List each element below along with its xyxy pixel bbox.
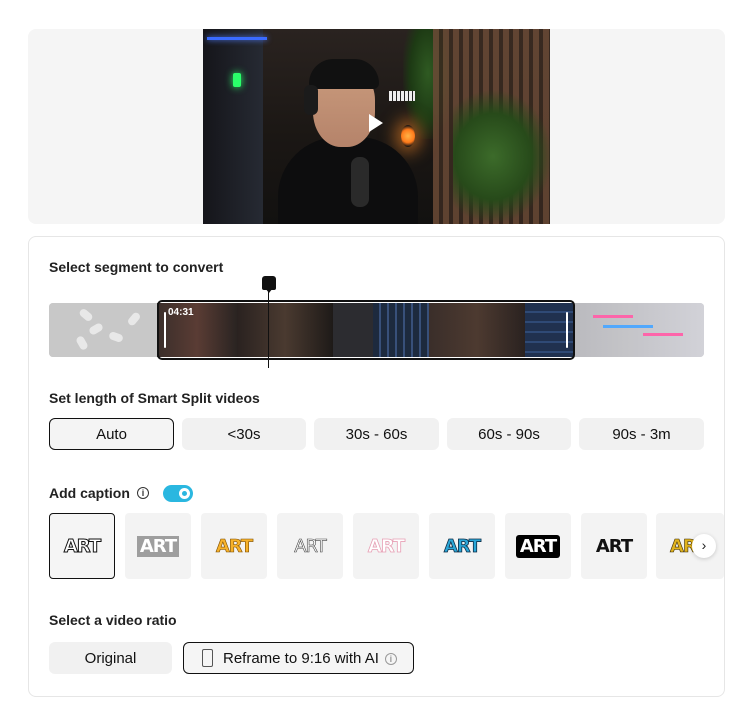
thumbnail-shape: [108, 330, 124, 344]
thumbnail-shape: [87, 322, 105, 336]
caption-style-label: ART: [515, 534, 561, 558]
caption-style-8[interactable]: ART: [581, 513, 647, 579]
headphones: [304, 85, 318, 115]
thumbnail-shape: [643, 333, 683, 336]
caption-title: Add caption: [49, 485, 130, 501]
selection-end-handle[interactable]: [566, 312, 568, 348]
length-option-under-30s[interactable]: <30s: [182, 418, 306, 450]
video-player[interactable]: [203, 29, 550, 224]
caption-style-1[interactable]: ART: [49, 513, 115, 579]
phone-icon: [202, 649, 213, 667]
info-icon[interactable]: i: [384, 653, 397, 665]
caption-style-5[interactable]: ART: [353, 513, 419, 579]
length-option-auto[interactable]: Auto: [49, 418, 174, 450]
segment-start-time: 04:31: [168, 307, 194, 318]
lamp-glow: [401, 125, 415, 147]
caption-toggle[interactable]: [163, 485, 193, 502]
thumbnail-shape: [78, 307, 94, 323]
toggle-knob: [179, 488, 190, 499]
segment-title: Select segment to convert: [49, 259, 224, 275]
length-title: Set length of Smart Split videos: [49, 390, 260, 406]
caption-style-label: ART: [136, 535, 180, 557]
presenter-body: [278, 137, 418, 224]
timeline-thumbnail: [49, 303, 159, 357]
neon-sign: [233, 73, 241, 87]
timeline-thumbnail: [573, 303, 704, 357]
selection-start-handle[interactable]: [164, 312, 166, 348]
length-option-90s-3m[interactable]: 90s - 3m: [579, 418, 704, 450]
ratio-title: Select a video ratio: [49, 612, 177, 628]
neon-light: [207, 37, 267, 40]
playhead-line: [268, 290, 269, 368]
keyboard-prop: [389, 91, 415, 101]
thumbnail-shape: [75, 334, 89, 352]
video-background: [203, 29, 263, 224]
chevron-right-icon[interactable]: ›: [692, 534, 716, 558]
length-option-60-90s[interactable]: 60s - 90s: [447, 418, 571, 450]
caption-style-2[interactable]: ART: [125, 513, 191, 579]
info-icon[interactable]: i: [137, 487, 149, 499]
thumbnail-shape: [126, 311, 142, 327]
play-icon[interactable]: [369, 114, 383, 132]
caption-style-3[interactable]: ART: [201, 513, 267, 579]
playhead-handle[interactable]: [262, 276, 276, 293]
ratio-original-button[interactable]: Original: [49, 642, 172, 674]
thumbnail-shape: [593, 315, 633, 318]
presenter-cap: [309, 59, 379, 89]
caption-style-7[interactable]: ART: [505, 513, 571, 579]
length-option-30-60s[interactable]: 30s - 60s: [314, 418, 439, 450]
plant-decoration: [453, 89, 550, 224]
reframe-label: Reframe to 9:16 with AI: [223, 649, 379, 667]
ratio-reframe-button[interactable]: Reframe to 9:16 with AI i: [183, 642, 414, 674]
caption-style-6[interactable]: ART: [429, 513, 495, 579]
caption-style-4[interactable]: ART: [277, 513, 343, 579]
thumbnail-shape: [603, 325, 653, 328]
segment-selection[interactable]: [157, 300, 575, 360]
microphone: [351, 157, 369, 207]
